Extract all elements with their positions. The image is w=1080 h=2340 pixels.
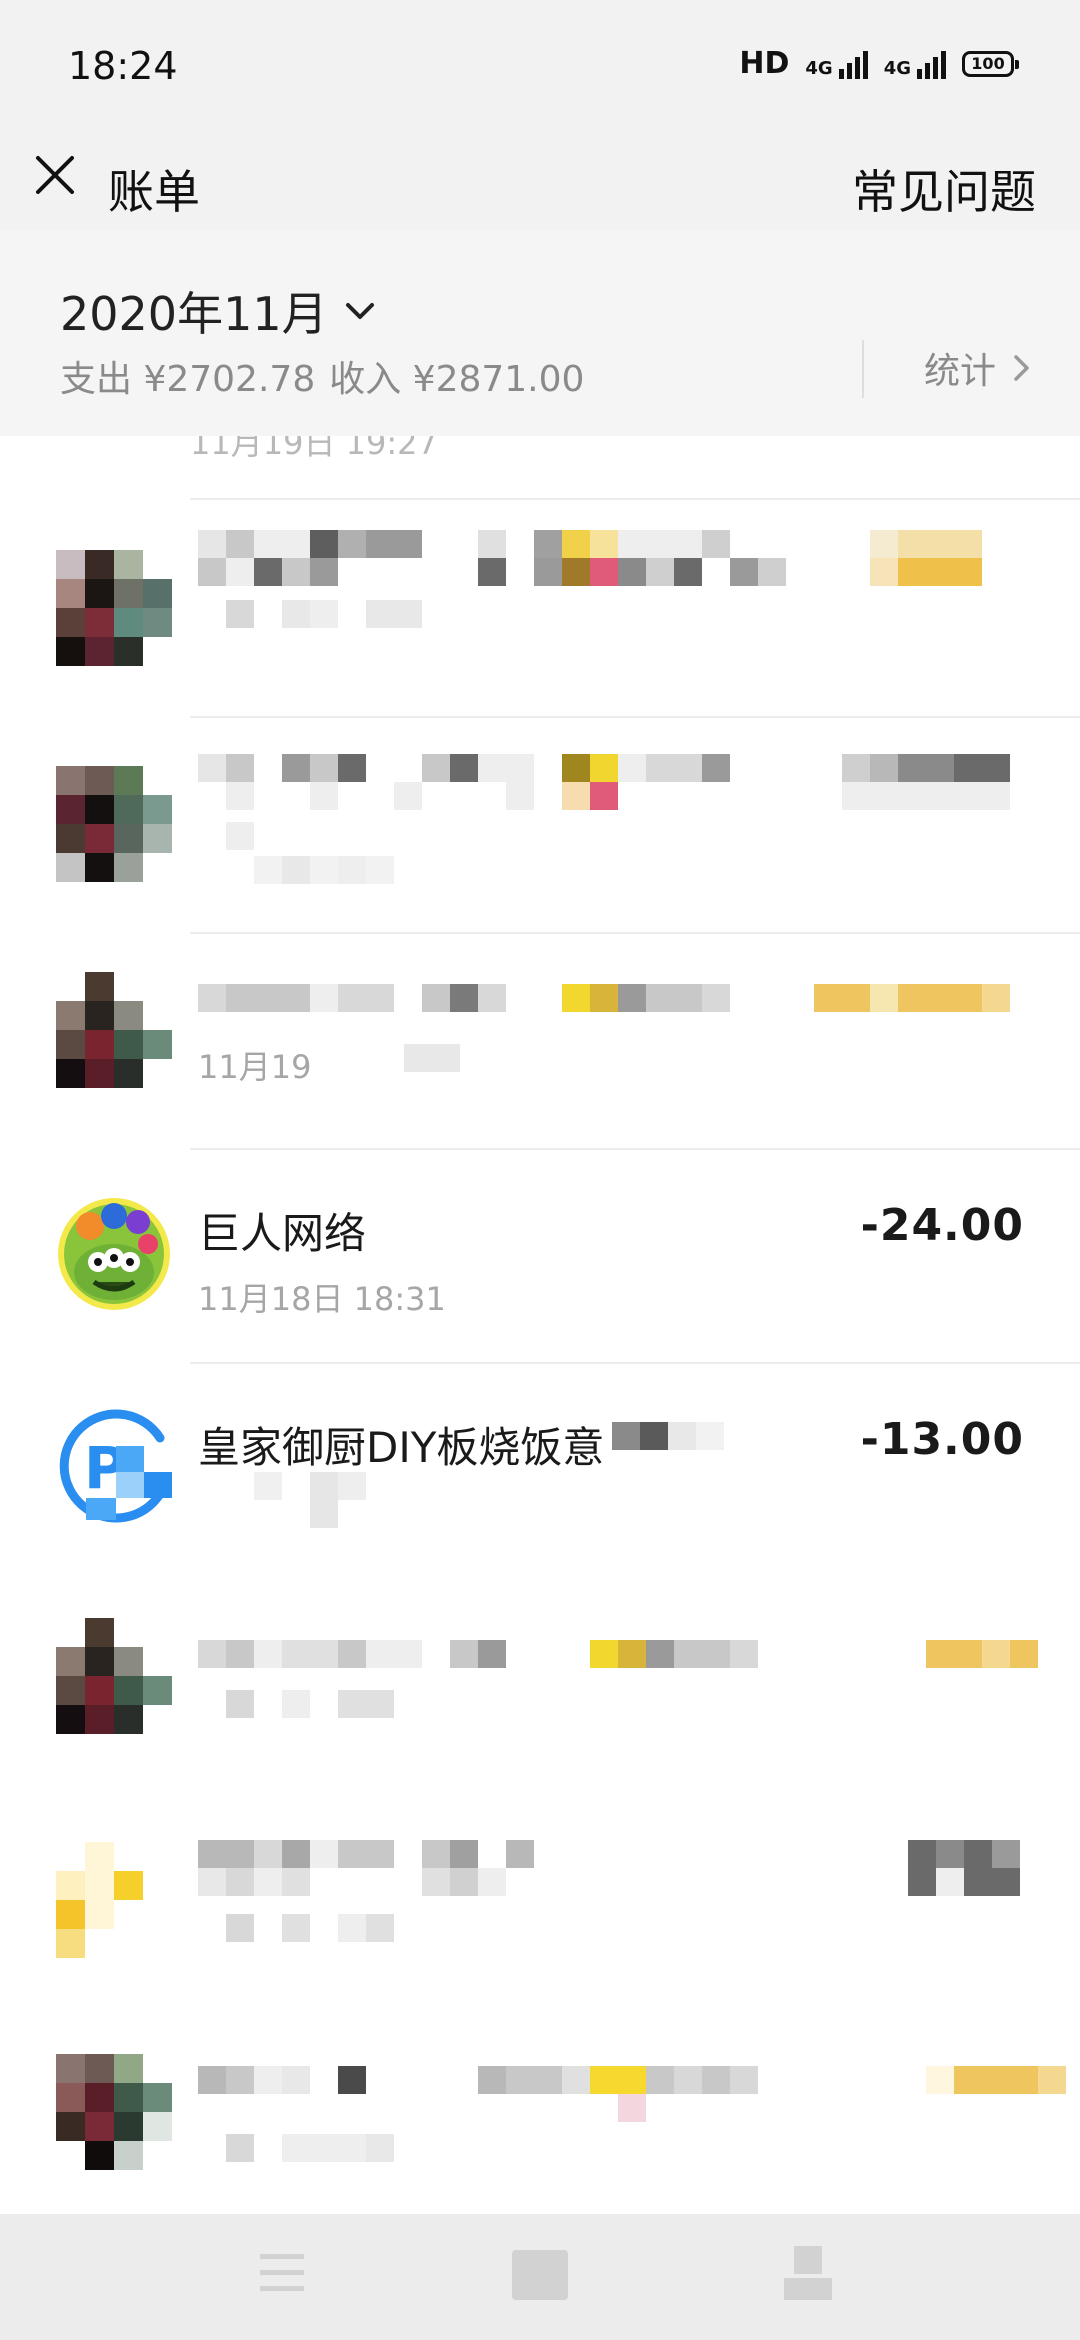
pixelated-title	[612, 1422, 724, 1450]
pixelated-subtitle	[198, 2094, 646, 2122]
transaction-amount: -13.00	[860, 1414, 1024, 1465]
list-item[interactable]	[0, 500, 1080, 716]
list-item[interactable]	[0, 2010, 1080, 2214]
avatar	[56, 1618, 172, 1734]
transaction-time: 11月19日 19:27	[190, 436, 438, 462]
signal-icon: 4G	[805, 49, 868, 79]
page-title: 账单	[108, 165, 200, 219]
pixelated-title	[198, 1840, 534, 1868]
pixelated-title	[198, 754, 1010, 782]
month-header: 2020年11月 支出 ¥2702.78 收入 ¥2871.00 统计	[0, 230, 1080, 436]
pixelated-time	[226, 822, 394, 850]
chevron-down-icon	[345, 303, 374, 319]
pixelated-time	[226, 600, 422, 628]
avatar	[56, 1842, 172, 1958]
user-icon[interactable]	[778, 2244, 838, 2304]
transaction-time: 11月19	[198, 1048, 312, 1086]
list-item[interactable]	[0, 716, 1080, 932]
bottom-tab-bar	[0, 2214, 1080, 2340]
status-time: 18:24	[68, 44, 178, 88]
pixelated-time	[226, 2134, 394, 2162]
game-monster-icon	[58, 1198, 170, 1310]
avatar	[56, 766, 172, 882]
month-summary: 支出 ¥2702.78 收入 ¥2871.00	[60, 350, 598, 402]
list-item[interactable]: P 皇家御厨DIY板烧饭意 -13.00	[0, 1362, 1080, 1578]
nav-bar: 账单 常见问题	[0, 130, 1080, 230]
pixelated-title	[198, 1640, 1038, 1668]
pixelated-title	[198, 2066, 1066, 2094]
transaction-title: 皇家御厨DIY板烧饭意	[198, 1423, 605, 1472]
divider	[862, 340, 864, 398]
pixelated-time	[226, 1690, 394, 1718]
status-bar: 18:24 HD 4G 4G 100	[0, 0, 1080, 130]
avatar	[56, 2054, 172, 2170]
avatar	[56, 550, 172, 666]
pixelated-subtitle	[198, 558, 982, 586]
stats-label: 统计	[923, 351, 996, 392]
signal-icon-2: 4G	[884, 49, 946, 79]
stats-link[interactable]: 统计	[924, 342, 1036, 394]
pixelated-time	[310, 1500, 338, 1528]
income-total: 收入 ¥2871.00	[329, 359, 585, 400]
list-item[interactable]: 11月19	[0, 932, 1080, 1148]
status-icons: HD 4G 4G 100	[739, 46, 1019, 81]
month-selector[interactable]: 2020年11月	[60, 278, 378, 344]
pixelated-time	[226, 856, 394, 884]
pixelated-time	[226, 1914, 394, 1942]
battery-icon: 100	[962, 50, 1019, 77]
transaction-title: 巨人网络	[198, 1209, 367, 1258]
list-icon[interactable]	[252, 2244, 312, 2304]
transaction-time: 11月18日 18:31	[198, 1280, 446, 1318]
list-item[interactable]: 巨人网络 11月18日 18:31 -24.00	[0, 1148, 1080, 1364]
pixelated-time	[320, 1044, 460, 1072]
expense-total: 支出 ¥2702.78	[60, 359, 316, 400]
hd-indicator: HD	[739, 46, 790, 81]
pixelated-subtitle	[198, 782, 1010, 810]
parking-p-icon: P	[59, 1409, 172, 1523]
pixelated-title	[198, 530, 982, 558]
list-item[interactable]	[0, 1578, 1080, 1794]
list-item[interactable]: 11月19日 19:27	[0, 436, 1080, 500]
grid-icon[interactable]	[510, 2244, 570, 2304]
pixelated-title	[198, 984, 1010, 1012]
pixelated-amount	[908, 1840, 1020, 1868]
transaction-amount: -24.00	[860, 1200, 1024, 1251]
pixelated-subtitle	[198, 1868, 534, 1896]
month-label: 2020年11月	[60, 287, 328, 341]
transaction-list[interactable]: 11月19日 19:27 11月19 巨人网络 11月18日 18:31 -24…	[0, 436, 1080, 2214]
avatar	[56, 972, 172, 1088]
faq-link[interactable]: 常见问题	[852, 156, 1036, 222]
list-item[interactable]	[0, 1794, 1080, 2010]
chevron-right-icon	[1014, 355, 1029, 381]
pixelated-amount	[908, 1868, 1020, 1896]
close-icon[interactable]	[30, 150, 80, 200]
pixelated-time	[226, 1472, 366, 1500]
